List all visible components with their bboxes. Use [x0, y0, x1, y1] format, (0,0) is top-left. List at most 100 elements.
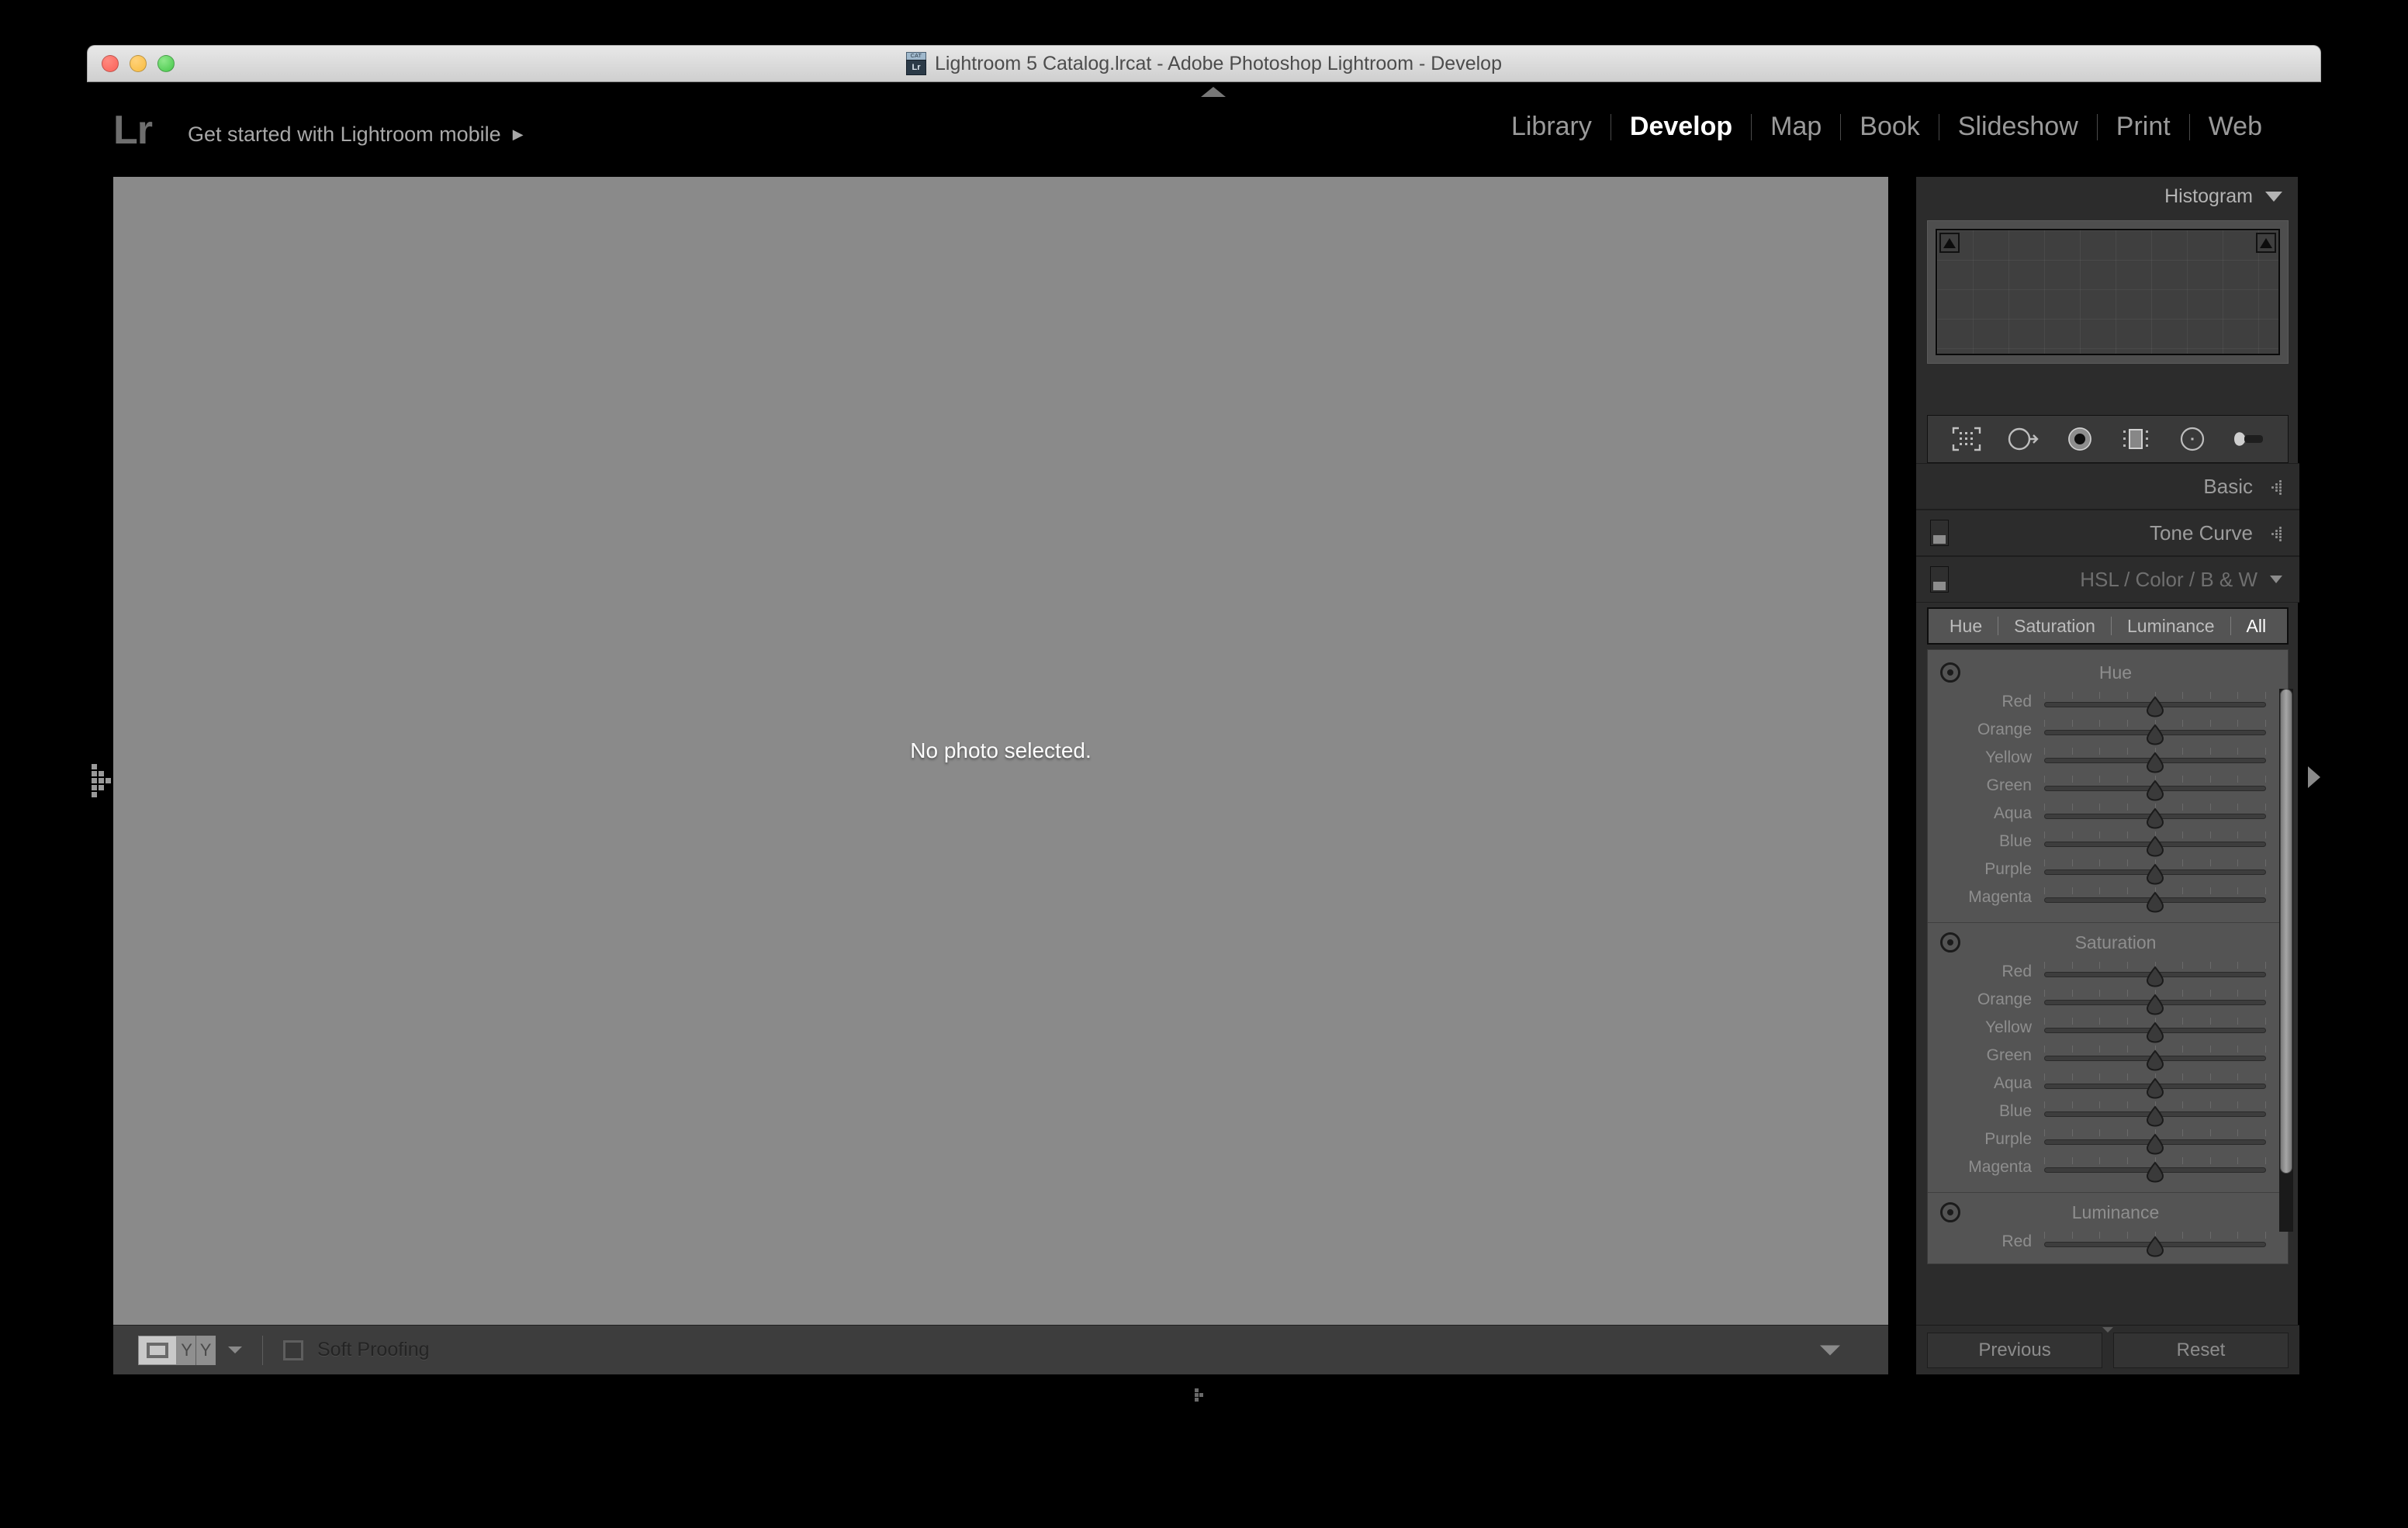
adjustment-brush-icon[interactable]	[2228, 423, 2270, 455]
slider-handle[interactable]	[2145, 966, 2165, 987]
slider-track-orange[interactable]	[2044, 718, 2266, 745]
module-web[interactable]: Web	[2190, 112, 2281, 142]
slider-row[interactable]: Green	[1928, 1042, 2288, 1071]
slider-track-green[interactable]	[2044, 774, 2266, 801]
chevron-down-icon[interactable]	[2270, 576, 2282, 583]
hsl-switch[interactable]	[1930, 566, 1949, 593]
slider-row[interactable]: Magenta	[1928, 1153, 2288, 1183]
collapse-arrow-icon[interactable]	[2265, 525, 2282, 541]
image-canvas[interactable]: No photo selected.	[113, 177, 1888, 1325]
shadow-clipping-indicator-icon[interactable]	[1939, 233, 1960, 253]
slider-handle[interactable]	[2145, 1022, 2165, 1043]
panel-header-hsl[interactable]: HSL / Color / B & W	[1916, 556, 2299, 603]
slider-handle[interactable]	[2145, 863, 2165, 885]
left-panel-expand-arrow-icon[interactable]	[92, 764, 112, 797]
slider-row[interactable]: Purple	[1928, 856, 2288, 885]
hsl-tab-saturation[interactable]: Saturation	[1998, 616, 2111, 637]
slider-track-blue[interactable]	[2044, 1100, 2266, 1127]
highlight-clipping-indicator-icon[interactable]	[2256, 233, 2276, 253]
hsl-tab-all[interactable]: All	[2231, 616, 2282, 637]
window-controls[interactable]	[102, 55, 175, 72]
panel-resize-handle[interactable]	[2102, 1327, 2113, 1333]
slider-track-magenta[interactable]	[2044, 886, 2266, 913]
slider-track-aqua[interactable]	[2044, 1072, 2266, 1099]
right-panel-expand-arrow-icon[interactable]	[2308, 766, 2320, 788]
slider-row[interactable]: Yellow	[1928, 1014, 2288, 1043]
slider-track-aqua[interactable]	[2044, 802, 2266, 829]
radial-filter-icon[interactable]	[2171, 423, 2213, 455]
slider-track-purple[interactable]	[2044, 858, 2266, 885]
slider-track-red[interactable]	[2044, 960, 2266, 987]
slider-track-orange[interactable]	[2044, 988, 2266, 1015]
module-develop[interactable]: Develop	[1611, 112, 1751, 142]
module-slideshow[interactable]: Slideshow	[1939, 112, 2097, 142]
collapse-arrow-icon[interactable]	[2265, 479, 2282, 495]
target-adjustment-tool-icon[interactable]	[1940, 662, 1960, 683]
slider-row[interactable]: Orange	[1928, 716, 2288, 745]
previous-button[interactable]: Previous	[1927, 1332, 2102, 1368]
before-after-view-button[interactable]: Y Y	[177, 1335, 216, 1365]
toolbar-collapse-chevron-down-icon[interactable]	[1820, 1345, 1840, 1355]
loupe-view-button[interactable]	[138, 1335, 177, 1365]
slider-handle[interactable]	[2145, 752, 2165, 773]
slider-row[interactable]: Magenta	[1928, 883, 2288, 913]
module-map[interactable]: Map	[1752, 112, 1840, 142]
hsl-tab-bar[interactable]: Hue Saturation Luminance All	[1927, 607, 2289, 645]
slider-handle[interactable]	[2145, 807, 2165, 829]
close-button[interactable]	[102, 55, 119, 72]
target-adjustment-tool-icon[interactable]	[1940, 1202, 1960, 1222]
slider-track-yellow[interactable]	[2044, 746, 2266, 773]
module-print[interactable]: Print	[2098, 112, 2189, 142]
module-library[interactable]: Library	[1493, 112, 1611, 142]
slider-row[interactable]: Red	[1928, 1228, 2288, 1257]
slider-row[interactable]: Red	[1928, 688, 2288, 717]
hsl-tab-luminance[interactable]: Luminance	[2112, 616, 2230, 637]
slider-row[interactable]: Aqua	[1928, 1070, 2288, 1099]
graduated-filter-icon[interactable]	[2115, 423, 2157, 455]
spot-removal-icon[interactable]	[2002, 423, 2044, 455]
panel-header-tone-curve[interactable]: Tone Curve	[1916, 510, 2299, 556]
slider-row[interactable]: Yellow	[1928, 744, 2288, 773]
slider-track-red[interactable]	[2044, 690, 2266, 717]
top-panel-toggle[interactable]	[1201, 87, 1226, 97]
slider-row[interactable]: Green	[1928, 772, 2288, 801]
slider-track-red[interactable]	[2044, 1230, 2266, 1257]
slider-row[interactable]: Red	[1928, 958, 2288, 987]
slider-handle[interactable]	[2145, 780, 2165, 801]
chevron-down-icon[interactable]	[2265, 191, 2282, 202]
slider-row[interactable]: Aqua	[1928, 800, 2288, 829]
slider-handle[interactable]	[2145, 994, 2165, 1015]
slider-track-purple[interactable]	[2044, 1128, 2266, 1155]
reset-button[interactable]: Reset	[2113, 1332, 2289, 1368]
scrollbar-thumb[interactable]	[2280, 689, 2292, 1174]
histogram-panel[interactable]	[1927, 220, 2289, 364]
panel-header-basic[interactable]: Basic	[1916, 463, 2299, 510]
get-started-link[interactable]: Get started with Lightroom mobile ▶	[188, 123, 524, 147]
tone-curve-switch[interactable]	[1930, 520, 1949, 546]
slider-handle[interactable]	[2145, 696, 2165, 717]
slider-track-magenta[interactable]	[2044, 1156, 2266, 1183]
slider-handle[interactable]	[2145, 1133, 2165, 1155]
right-panel-scrollbar[interactable]	[2279, 689, 2293, 1232]
red-eye-correction-icon[interactable]	[2059, 423, 2101, 455]
hsl-tab-hue[interactable]: Hue	[1934, 616, 1998, 637]
slider-handle[interactable]	[2145, 1161, 2165, 1183]
slider-handle[interactable]	[2145, 724, 2165, 745]
slider-track-yellow[interactable]	[2044, 1016, 2266, 1043]
view-mode-chevron-down-icon[interactable]	[228, 1347, 242, 1353]
slider-handle[interactable]	[2145, 1105, 2165, 1127]
histogram-header[interactable]: Histogram	[1916, 177, 2299, 216]
filmstrip-expand-handle[interactable]	[1195, 1388, 1215, 1402]
target-adjustment-tool-icon[interactable]	[1940, 932, 1960, 952]
module-book[interactable]: Book	[1841, 112, 1939, 142]
slider-row[interactable]: Blue	[1928, 1098, 2288, 1127]
module-picker[interactable]: Library Develop Map Book Slideshow Print Web	[1493, 112, 2281, 142]
slider-handle[interactable]	[2145, 835, 2165, 857]
slider-handle[interactable]	[2145, 1049, 2165, 1071]
slider-track-blue[interactable]	[2044, 830, 2266, 857]
minimize-button[interactable]	[130, 55, 147, 72]
slider-row[interactable]: Blue	[1928, 828, 2288, 857]
soft-proofing-checkbox[interactable]	[283, 1340, 303, 1360]
slider-track-green[interactable]	[2044, 1044, 2266, 1071]
slider-handle[interactable]	[2145, 1236, 2165, 1257]
